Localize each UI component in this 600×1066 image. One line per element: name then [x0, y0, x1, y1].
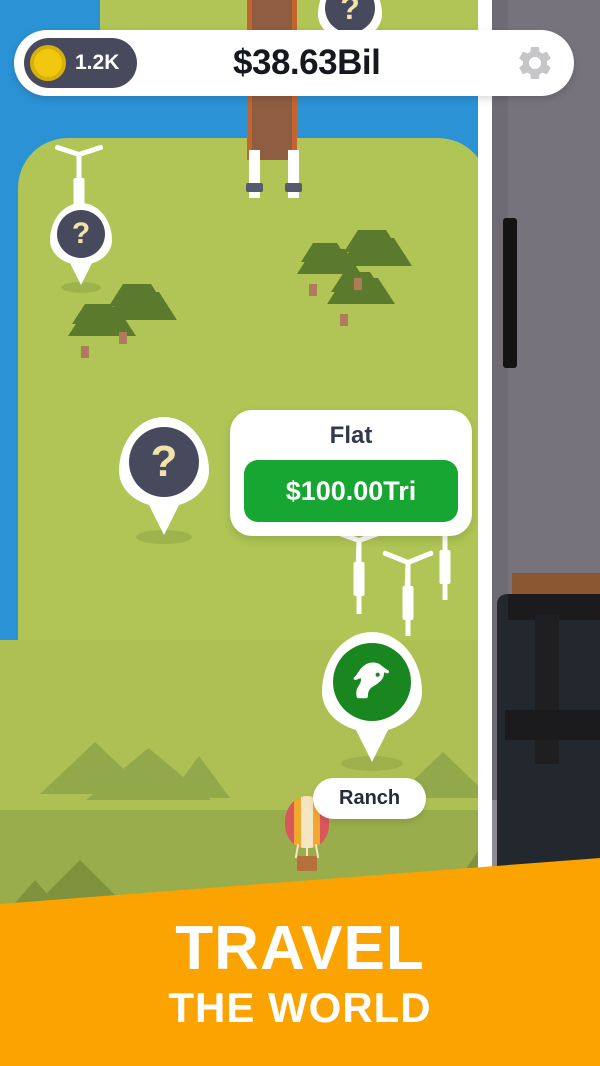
pin-disc — [333, 643, 411, 721]
phone-screen: ? ? ? Ranch Flat $100.00Tri — [0, 0, 478, 920]
question-mark-icon: ? — [150, 437, 178, 486]
tower-foot — [246, 183, 263, 192]
stool-seat-top — [512, 573, 600, 595]
tree-trunk — [309, 284, 317, 296]
question-mark-icon: ? — [340, 0, 360, 26]
pin-ranch[interactable] — [322, 632, 422, 771]
tree-foliage — [109, 284, 165, 306]
wind-turbine — [382, 546, 434, 636]
turbine-blade — [355, 540, 362, 565]
gear-icon — [519, 46, 551, 80]
info-card-title: Flat — [329, 422, 373, 449]
buy-price-button[interactable]: $100.00Tri — [244, 460, 458, 522]
tree-foliage — [344, 230, 400, 252]
question-mark-icon: ? — [71, 217, 91, 250]
turbine-nacelle — [439, 550, 451, 584]
phone-bezel-edge — [478, 0, 492, 930]
promo-headline: TRAVEL — [175, 914, 425, 983]
pin-unknown-north[interactable]: ? — [50, 203, 112, 293]
tree-trunk — [81, 346, 89, 358]
pin-label-ranch[interactable]: Ranch — [313, 778, 427, 819]
gold-coin-icon — [30, 45, 66, 81]
tree-trunk — [354, 278, 362, 290]
settings-button[interactable] — [504, 43, 566, 83]
game-screen: ? ? ? Ranch Flat $100.00Tri 1.2K $38.63B… — [0, 0, 600, 1066]
background-dark-strip — [503, 218, 517, 368]
balloon-basket — [297, 856, 317, 871]
turbine-blade — [76, 154, 82, 180]
money-balance-label: $38.63Bil — [233, 43, 381, 82]
pin-disc: ? — [129, 427, 199, 497]
top-hud-bar: 1.2K $38.63Bil — [14, 30, 574, 96]
tower-foot — [285, 183, 302, 192]
wind-turbine — [335, 528, 383, 614]
tree — [340, 228, 412, 290]
horse-head-icon — [353, 662, 390, 699]
turbine-nacelle — [353, 562, 365, 596]
pin-disc: ? — [57, 210, 105, 258]
stool-leg — [535, 614, 559, 764]
location-info-card: Flat $100.00Tri — [230, 410, 472, 536]
tree — [68, 300, 136, 358]
balloon-stripe — [301, 796, 313, 848]
tree-trunk — [119, 332, 127, 344]
pin-unknown-center[interactable]: ? — [119, 417, 209, 544]
turbine-blade — [78, 144, 104, 157]
stool-footrest — [505, 710, 600, 740]
promo-banner-text: TRAVEL THE WORLD — [0, 916, 600, 1031]
promo-subheadline: THE WORLD — [168, 984, 432, 1032]
tree — [105, 282, 177, 344]
turbine-nacelle — [402, 586, 414, 620]
tree-trunk — [340, 314, 348, 326]
tree — [297, 240, 361, 296]
